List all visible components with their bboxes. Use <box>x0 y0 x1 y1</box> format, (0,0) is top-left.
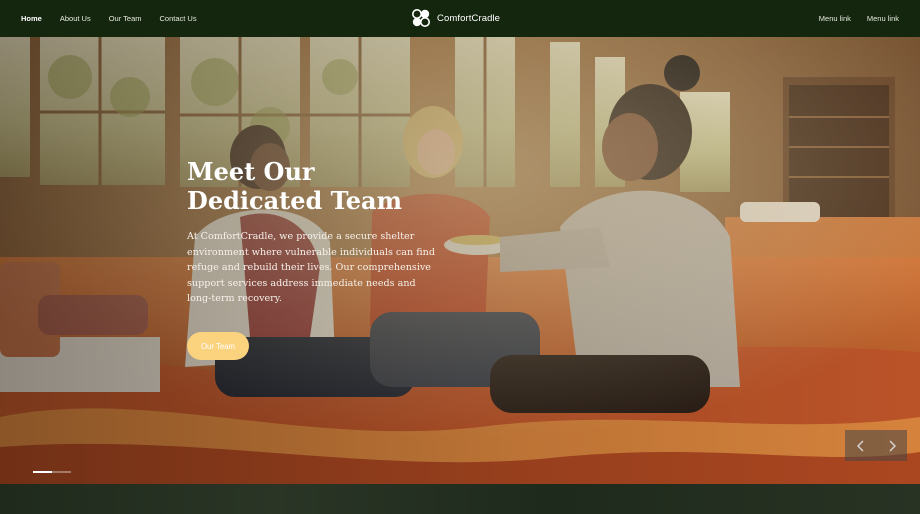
primary-nav: Home About Us Our Team Contact Us <box>21 0 215 37</box>
brand-name: ComfortCradle <box>437 12 501 24</box>
slide-progress-indicator <box>33 471 71 473</box>
hero-title: Meet Our Dedicated Team <box>187 157 402 215</box>
hero-description: At ComfortCradle, we provide a secure sh… <box>187 231 435 305</box>
slide-progress-fill <box>33 471 52 473</box>
carousel-prev-button[interactable] <box>845 430 876 461</box>
brand[interactable]: ComfortCradle <box>411 8 500 28</box>
logo-icon <box>412 9 430 27</box>
carousel-controls <box>845 430 907 461</box>
menu-link-2[interactable]: Menu link <box>867 14 899 23</box>
chevron-right-icon <box>889 440 896 451</box>
nav-link-home[interactable]: Home <box>21 14 42 23</box>
carousel-next-button[interactable] <box>876 430 907 461</box>
nav-link-contact-us[interactable]: Contact Us <box>160 14 197 23</box>
our-team-button[interactable]: Our Team <box>187 332 249 360</box>
menu-link-1[interactable]: Menu link <box>819 14 851 23</box>
top-navbar: Home About Us Our Team Contact Us Comfor… <box>0 0 920 37</box>
next-section-preview <box>0 484 920 514</box>
hero-overlay <box>0 37 920 484</box>
secondary-nav: Menu link Menu link <box>819 0 899 37</box>
nav-link-about-us[interactable]: About Us <box>60 14 91 23</box>
chevron-left-icon <box>856 440 863 451</box>
nav-link-our-team[interactable]: Our Team <box>109 14 142 23</box>
hero-content: Meet Our Dedicated Team At ComfortCradle… <box>187 157 447 307</box>
hero-section: Meet Our Dedicated Team At ComfortCradle… <box>0 37 920 484</box>
